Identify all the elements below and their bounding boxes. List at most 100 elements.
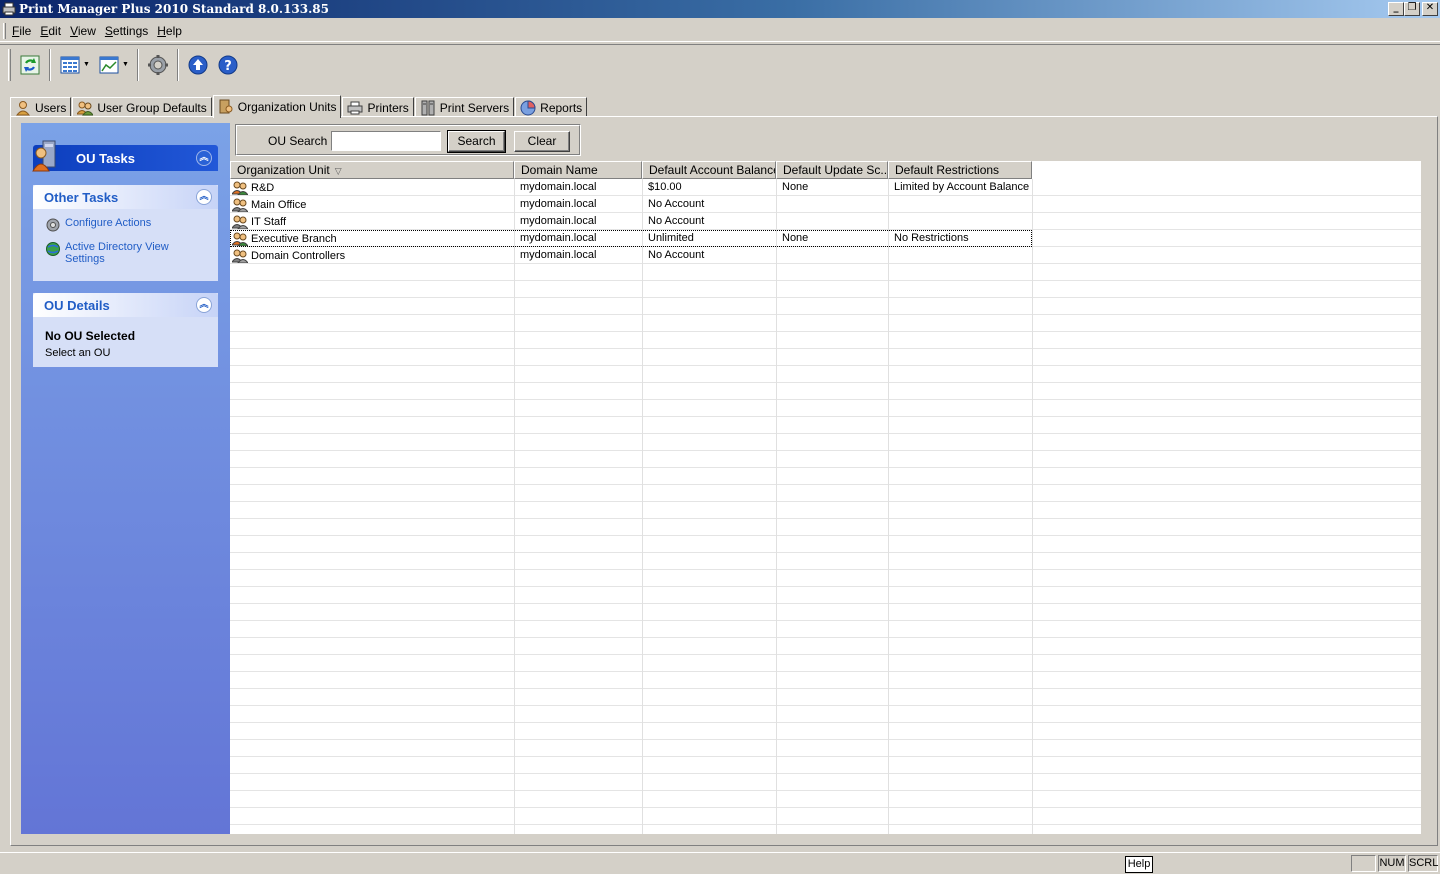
col-header-default-account-balance[interactable]: Default Account Balance [642, 161, 776, 179]
chart-view-dropdown-icon[interactable]: ▼ [122, 61, 129, 68]
cell-default-restrictions [888, 213, 1032, 230]
ou-icon [232, 215, 248, 229]
cell-domain-name: mydomain.local [520, 215, 597, 227]
cell-default-restrictions [888, 247, 1032, 264]
restore-button[interactable]: ❐ [1404, 2, 1420, 16]
tab-label: Users [35, 100, 67, 115]
col-header-default-update-schedule[interactable]: Default Update Sc... [776, 161, 888, 179]
configure-actions-link[interactable]: Configure Actions [45, 217, 208, 233]
tab-users[interactable]: Users [10, 97, 72, 117]
grid-empty-row [230, 587, 1421, 604]
ou-details-hint: Select an OU [45, 347, 111, 359]
ou-search-label: OU Search [268, 134, 328, 148]
grid-empty-row [230, 281, 1421, 298]
status-bar: Help NUM SCRL [0, 852, 1440, 874]
menu-view[interactable]: View [70, 24, 101, 38]
table-row[interactable]: Executive Branch mydomain.local Unlimited N… [230, 230, 1032, 247]
cell-default-account-balance: $10.00 [648, 181, 682, 193]
user-group-icon [77, 101, 94, 115]
grid-empty-row [230, 332, 1421, 349]
other-tasks-header[interactable]: Other Tasks ︽ [33, 185, 218, 209]
cell-default-update-schedule: None [782, 232, 809, 244]
grid-empty-row [230, 536, 1421, 553]
minimize-button[interactable]: _ [1388, 2, 1404, 16]
clear-button[interactable]: Clear [514, 131, 570, 152]
org-unit-icon [219, 99, 233, 114]
tab-organization-units[interactable]: Organization Units [212, 95, 342, 118]
server-icon [421, 100, 435, 115]
help-button[interactable]: ? [216, 53, 240, 77]
tab-print-servers[interactable]: Print Servers [414, 97, 515, 117]
cell-default-account-balance: No Account [648, 249, 705, 261]
help-icon: ? [218, 55, 238, 74]
settings-button[interactable] [146, 53, 170, 77]
chart-view-icon [99, 56, 119, 73]
cell-organization-unit: IT Staff [230, 213, 514, 230]
close-button[interactable]: ✕ [1422, 2, 1438, 16]
menu-grip [3, 23, 6, 39]
grid-empty-row [230, 315, 1421, 332]
settings-gear-icon [147, 54, 168, 75]
cell-default-update-schedule: None [782, 181, 809, 193]
grid-empty-row [230, 757, 1421, 774]
svg-text:?: ? [224, 59, 232, 74]
tab-label: Print Servers [439, 100, 510, 115]
ou-details-header[interactable]: OU Details ︽ [33, 293, 218, 317]
menu-settings[interactable]: Settings [105, 24, 153, 38]
col-header-default-restrictions[interactable]: Default Restrictions [888, 161, 1032, 179]
table-row[interactable]: Domain Controllers mydomain.local No Accou… [230, 247, 1032, 264]
grid-empty-row [230, 553, 1421, 570]
upgrade-button[interactable] [186, 53, 210, 77]
ou-search-panel: OU Search Search Clear [235, 124, 581, 156]
col-header-domain-name[interactable]: Domain Name [514, 161, 642, 179]
tab-reports[interactable]: Reports [515, 97, 588, 117]
cell-default-restrictions: Limited by Account Balance [894, 181, 1030, 193]
grid-empty-row [230, 825, 1421, 834]
ou-name: R&D [251, 181, 275, 194]
grid-header: Organization Unit ▽ Domain Name Default A… [230, 161, 1032, 179]
search-button[interactable]: Search [447, 130, 506, 153]
grid-empty-row [230, 706, 1421, 723]
cell-organization-unit: Main Office [230, 196, 514, 213]
grid-empty-row [230, 468, 1421, 485]
table-row[interactable]: IT Staff mydomain.local No Account [230, 213, 1032, 230]
grid-empty-row [230, 417, 1421, 434]
active-directory-view-settings-link[interactable]: Active Directory View Settings [45, 241, 208, 265]
toolbar: ▼ ▼ ? [0, 44, 1440, 84]
ou-tasks-header[interactable]: OU Tasks ︽ [32, 140, 218, 172]
grid-empty-row [230, 604, 1421, 621]
col-header-organization-unit[interactable]: Organization Unit ▽ [230, 161, 514, 179]
grid-empty-row [230, 638, 1421, 655]
cell-default-restrictions [888, 196, 1032, 213]
ou-search-input[interactable] [331, 131, 441, 151]
tab-label: User Group Defaults [97, 100, 207, 115]
other-tasks-title: Other Tasks [44, 189, 119, 205]
table-row[interactable]: Main Office mydomain.local No Account [230, 196, 1032, 213]
toolbar-separator [49, 48, 51, 81]
refresh-button[interactable] [18, 53, 42, 77]
ou-active-icon [232, 181, 248, 195]
menu-file[interactable]: File [12, 24, 36, 38]
ou-tasks-collapse-icon[interactable]: ︽ [196, 150, 212, 166]
view-grid-icon [60, 56, 80, 73]
cell-domain-name: mydomain.local [520, 181, 597, 193]
ou-name: IT Staff [251, 215, 287, 228]
ou-details-collapse-icon[interactable]: ︽ [196, 297, 212, 313]
menu-edit[interactable]: Edit [40, 24, 66, 38]
cell-organization-unit: Executive Branch [230, 230, 514, 247]
view-grid-dropdown-icon[interactable]: ▼ [83, 61, 90, 68]
tab-label: Printers [367, 100, 409, 115]
help-tooltip: Help [1125, 856, 1153, 873]
tab-user-group-defaults[interactable]: User Group Defaults [72, 97, 212, 117]
view-grid-button[interactable] [58, 53, 82, 77]
ou-grid: Organization Unit ▽ Domain Name Default A… [230, 161, 1421, 834]
other-tasks-group: Other Tasks ︽ Configure Actions Active D… [33, 185, 218, 281]
grid-empty-row [230, 774, 1421, 791]
column-divider [514, 179, 515, 834]
chart-view-button[interactable] [97, 53, 121, 77]
menu-help[interactable]: Help [157, 24, 187, 38]
table-row[interactable]: R&D mydomain.local $10.00 None Limited by Ac… [230, 179, 1032, 196]
ou-details-group: OU Details ︽ No OU Selected Select an OU [33, 293, 218, 367]
tab-printers[interactable]: Printers [342, 97, 414, 117]
other-tasks-collapse-icon[interactable]: ︽ [196, 189, 212, 205]
